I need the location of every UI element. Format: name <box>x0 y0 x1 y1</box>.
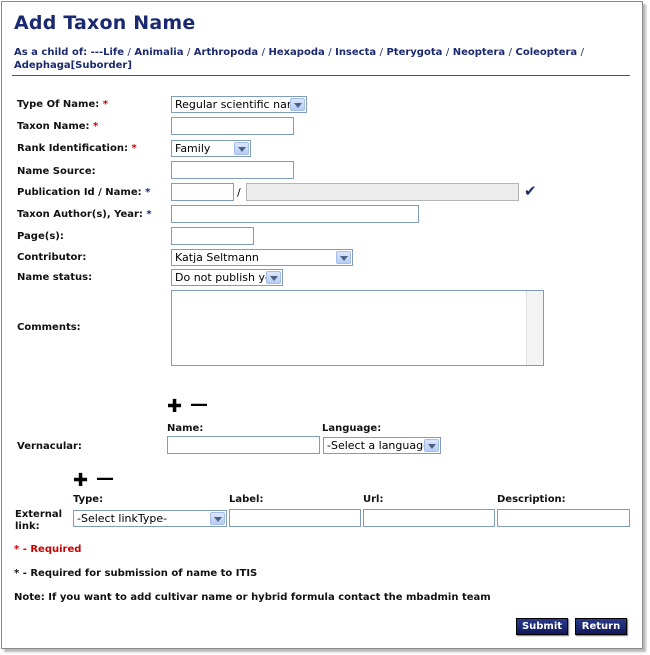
required-marker: * <box>131 143 137 154</box>
breadcrumb-separator: / <box>508 47 512 58</box>
chevron-down-icon <box>424 439 439 452</box>
rank-label-text: Rank Identification: <box>17 143 128 154</box>
author-year-input[interactable] <box>171 205 419 223</box>
breadcrumb-prefix: As a child of: <box>14 47 88 58</box>
breadcrumb-separator: / <box>379 47 383 58</box>
link-url-input[interactable] <box>363 509 495 527</box>
name-status-label: Name status: <box>17 272 93 283</box>
publication-id-input[interactable] <box>171 183 234 201</box>
contributor-select[interactable]: Katja Seltmann <box>171 249 353 266</box>
external-link-label: External link: <box>15 509 62 533</box>
rank-label: Rank Identification: * <box>17 143 137 154</box>
contributor-label: Contributor: <box>17 252 87 263</box>
comments-label: Comments: <box>17 322 81 333</box>
checkmark-icon[interactable]: ✔ <box>524 182 537 200</box>
chevron-down-icon <box>234 142 249 155</box>
breadcrumb-item-neoptera[interactable]: Neoptera <box>453 47 505 58</box>
breadcrumb-item-coleoptera[interactable]: Coleoptera <box>515 47 577 58</box>
vernacular-label: Vernacular: <box>17 441 82 452</box>
itis-required-marker: * <box>145 187 151 198</box>
rank-select[interactable]: Family <box>171 140 251 157</box>
vernacular-name-input[interactable] <box>167 436 320 454</box>
itis-required-note: * - Required for submission of name to I… <box>14 568 258 579</box>
breadcrumb-separator: / <box>445 47 450 58</box>
link-label-input[interactable] <box>229 509 361 527</box>
breadcrumb-separator: / <box>580 47 585 58</box>
name-status-value: Do not publish yet <box>175 271 277 284</box>
vernacular-name-header: Name: <box>167 423 204 434</box>
name-status-select[interactable]: Do not publish yet <box>171 269 283 286</box>
external-link-label-line2: link: <box>15 521 40 532</box>
name-source-input[interactable] <box>171 161 294 179</box>
link-description-header: Description: <box>497 494 566 505</box>
breadcrumb-item-life[interactable]: ---Life <box>91 47 124 58</box>
author-year-label-text: Taxon Author(s), Year: <box>17 209 143 220</box>
chevron-down-icon <box>210 512 225 525</box>
chevron-down-icon <box>290 98 305 111</box>
breadcrumb: As a child of: ---Life / Animalia / Arth… <box>14 46 614 72</box>
taxon-name-label: Taxon Name: * <box>17 121 98 132</box>
header-divider <box>12 75 630 76</box>
link-type-value: -Select linkType- <box>77 512 168 525</box>
publication-label: Publication Id / Name: * <box>17 187 150 198</box>
external-link-label-line1: External <box>15 509 63 520</box>
vernacular-language-select[interactable]: -Select a language- <box>323 437 441 454</box>
breadcrumb-separator: / <box>186 47 191 58</box>
taxon-name-input[interactable] <box>171 117 294 135</box>
rank-value: Family <box>175 142 211 155</box>
submit-button[interactable]: Submit <box>516 618 568 635</box>
page-title: Add Taxon Name <box>14 12 196 34</box>
add-vernacular-icon[interactable]: ✚ <box>167 398 182 416</box>
chevron-down-icon <box>336 251 351 264</box>
comments-textarea[interactable] <box>171 290 544 366</box>
add-link-icon[interactable]: ✚ <box>73 472 88 490</box>
breadcrumb-item-hexapoda[interactable]: Hexapoda <box>268 47 324 58</box>
pages-label: Page(s): <box>17 231 64 242</box>
breadcrumb-item-insecta[interactable]: Insecta <box>335 47 376 58</box>
vernacular-language-value: -Select a language- <box>327 439 434 452</box>
link-description-input[interactable] <box>497 509 630 527</box>
breadcrumb-item-adephaga[interactable]: Adephaga[Suborder] <box>14 60 132 71</box>
required-marker: * <box>93 121 99 132</box>
publication-name-input[interactable] <box>246 183 519 201</box>
breadcrumb-item-animalia[interactable]: Animalia <box>134 47 183 58</box>
required-marker: * <box>102 99 108 110</box>
breadcrumb-separator: / <box>261 47 265 58</box>
cultivar-note: Note: If you want to add cultivar name o… <box>14 592 491 603</box>
link-label-header: Label: <box>229 494 264 505</box>
vernacular-language-header: Language: <box>322 423 382 434</box>
breadcrumb-separator: / <box>127 47 131 58</box>
type-of-name-select[interactable]: Regular scientific name <box>171 96 307 113</box>
chevron-down-icon <box>266 271 281 284</box>
breadcrumb-separator: / <box>328 47 332 58</box>
publication-separator: / <box>237 186 241 199</box>
link-type-select[interactable]: -Select linkType- <box>73 510 227 527</box>
author-year-label: Taxon Author(s), Year: * <box>17 209 152 220</box>
breadcrumb-item-pterygota[interactable]: Pterygota <box>386 47 442 58</box>
return-button[interactable]: Return <box>575 618 627 635</box>
remove-vernacular-icon[interactable]: — <box>190 396 208 414</box>
itis-required-marker: * <box>146 209 152 220</box>
type-of-name-label-text: Type Of Name: <box>17 99 100 110</box>
remove-link-icon[interactable]: — <box>96 470 114 488</box>
link-type-header: Type: <box>73 494 104 505</box>
pages-input[interactable] <box>171 227 254 245</box>
name-source-label: Name Source: <box>17 166 96 177</box>
contributor-value: Katja Seltmann <box>175 251 259 264</box>
type-of-name-value: Regular scientific name <box>175 98 305 111</box>
breadcrumb-item-arthropoda[interactable]: Arthropoda <box>194 47 258 58</box>
required-note: * - Required <box>14 544 82 555</box>
type-of-name-label: Type Of Name: * <box>17 99 108 110</box>
taxon-name-label-text: Taxon Name: <box>17 121 90 132</box>
link-url-header: Url: <box>363 494 384 505</box>
publication-label-text: Publication Id / Name: <box>17 187 142 198</box>
